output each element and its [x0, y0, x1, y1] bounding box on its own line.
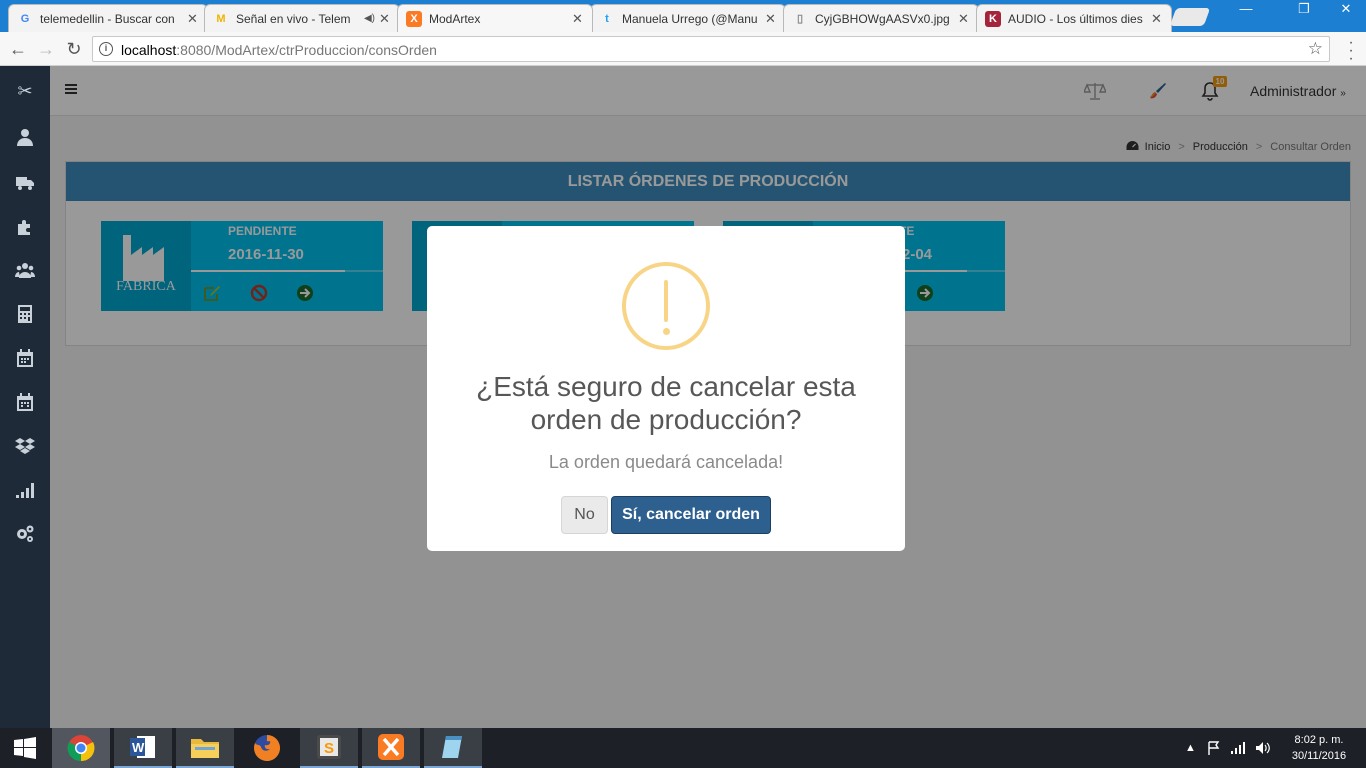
- windows-logo-icon: [14, 737, 36, 759]
- users-icon[interactable]: [0, 248, 50, 292]
- volume-icon[interactable]: [1255, 728, 1271, 768]
- close-tab-icon[interactable]: ✕: [572, 11, 584, 27]
- taskbar-file-explorer[interactable]: [176, 728, 234, 768]
- xampp-icon: X: [406, 10, 422, 27]
- notepad-icon: [442, 736, 462, 758]
- show-hidden-icons[interactable]: ▲: [1185, 728, 1196, 768]
- action-center-flag-icon[interactable]: [1207, 728, 1221, 768]
- app-sidebar: ✂: [0, 66, 50, 728]
- folder-icon: [191, 739, 219, 758]
- network-signal-icon[interactable]: [1230, 728, 1246, 768]
- forward-icon[interactable]: →: [34, 37, 58, 61]
- confirm-dialog: ¿Está seguro de cancelar esta orden de p…: [427, 226, 905, 551]
- word-icon: W: [130, 736, 155, 758]
- telemedellin-icon: M: [216, 12, 226, 25]
- minimize-window-icon[interactable]: —: [1232, 0, 1260, 20]
- truck-icon[interactable]: [0, 160, 50, 204]
- taskbar-clock[interactable]: 8:02 p. m. 30/11/2016: [1284, 732, 1354, 764]
- tab-telemedellin[interactable]: G telemedellin - Buscar con ✕: [8, 4, 208, 32]
- close-tab-icon[interactable]: ✕: [187, 11, 199, 27]
- calculator-icon[interactable]: [0, 292, 50, 336]
- dialog-title: ¿Está seguro de cancelar esta orden de p…: [476, 371, 856, 435]
- tab-audio[interactable]: K AUDIO - Los últimos dies ✕: [976, 4, 1172, 32]
- firefox-icon: [254, 735, 280, 761]
- taskbar-notepad[interactable]: [424, 728, 482, 768]
- url-text: localhost:8080/ModArtex/ctrProduccion/co…: [121, 42, 437, 58]
- reload-icon[interactable]: ↻: [62, 37, 86, 61]
- taskbar-sublime-text[interactable]: S: [300, 728, 358, 768]
- tab-manuela-urrego[interactable]: t Manuela Urrego (@Manu ✕: [590, 4, 786, 32]
- file-icon: ▯: [796, 13, 804, 25]
- taskbar-word[interactable]: W: [114, 728, 172, 768]
- tab-image-file[interactable]: ▯ CyjGBHOWgAASVx0.jpg ✕: [783, 4, 979, 32]
- close-tab-icon[interactable]: ✕: [958, 11, 970, 27]
- calendar-alt-icon[interactable]: [0, 380, 50, 424]
- back-icon[interactable]: ←: [6, 37, 30, 61]
- xampp-icon: [378, 734, 404, 760]
- user-icon[interactable]: [0, 115, 50, 159]
- no-button[interactable]: No: [561, 496, 608, 534]
- puzzle-icon[interactable]: [0, 204, 50, 248]
- taskbar-chrome[interactable]: [52, 728, 110, 768]
- warning-icon: [622, 262, 710, 350]
- audio-playing-icon[interactable]: ◀): [364, 13, 375, 24]
- tab-modartex[interactable]: X ModArtex ✕: [397, 4, 593, 32]
- close-tab-icon[interactable]: ✕: [379, 11, 391, 27]
- signal-icon[interactable]: [0, 468, 50, 512]
- gears-icon[interactable]: [0, 512, 50, 556]
- taskbar-firefox[interactable]: [238, 728, 296, 768]
- svg-text:S: S: [324, 740, 334, 757]
- svg-text:W: W: [132, 740, 145, 755]
- close-tab-icon[interactable]: ✕: [1151, 11, 1163, 27]
- browser-tab-strip: G telemedellin - Buscar con ✕ M Señal en…: [0, 0, 1366, 32]
- google-icon: G: [20, 12, 30, 25]
- taskbar-xampp[interactable]: [362, 728, 420, 768]
- close-window-icon[interactable]: ✕: [1332, 0, 1360, 20]
- address-bar[interactable]: i localhost:8080/ModArtex/ctrProduccion/…: [92, 36, 1330, 62]
- info-icon[interactable]: i: [99, 42, 113, 56]
- new-tab-button[interactable]: [1169, 8, 1211, 26]
- browser-menu-icon[interactable]: · · ·: [1343, 35, 1359, 67]
- dialog-message: La orden quedará cancelada!: [548, 452, 784, 472]
- tab-senal-en-vivo[interactable]: M Señal en vivo - Telem ◀) ✕: [204, 4, 400, 32]
- windows-taskbar: W S ▲ 8:02 p. m. 30/11/2016: [0, 728, 1366, 768]
- restore-window-icon[interactable]: ❐: [1290, 0, 1318, 20]
- sublime-text-icon: S: [317, 735, 341, 759]
- twitter-icon: t: [605, 12, 609, 25]
- dropbox-icon[interactable]: [0, 424, 50, 468]
- scissors-icon[interactable]: ✂: [0, 69, 50, 113]
- k-site-icon: K: [985, 10, 1001, 27]
- close-tab-icon[interactable]: ✕: [765, 11, 777, 27]
- bookmark-star-icon[interactable]: ☆: [1308, 39, 1323, 59]
- browser-toolbar: ← → ↻ i localhost:8080/ModArtex/ctrProdu…: [0, 32, 1366, 67]
- chrome-icon: [67, 735, 95, 762]
- windows-start-button[interactable]: [0, 728, 50, 768]
- confirm-cancel-order-button[interactable]: Sí, cancelar orden: [611, 496, 771, 534]
- calendar-icon[interactable]: [0, 336, 50, 380]
